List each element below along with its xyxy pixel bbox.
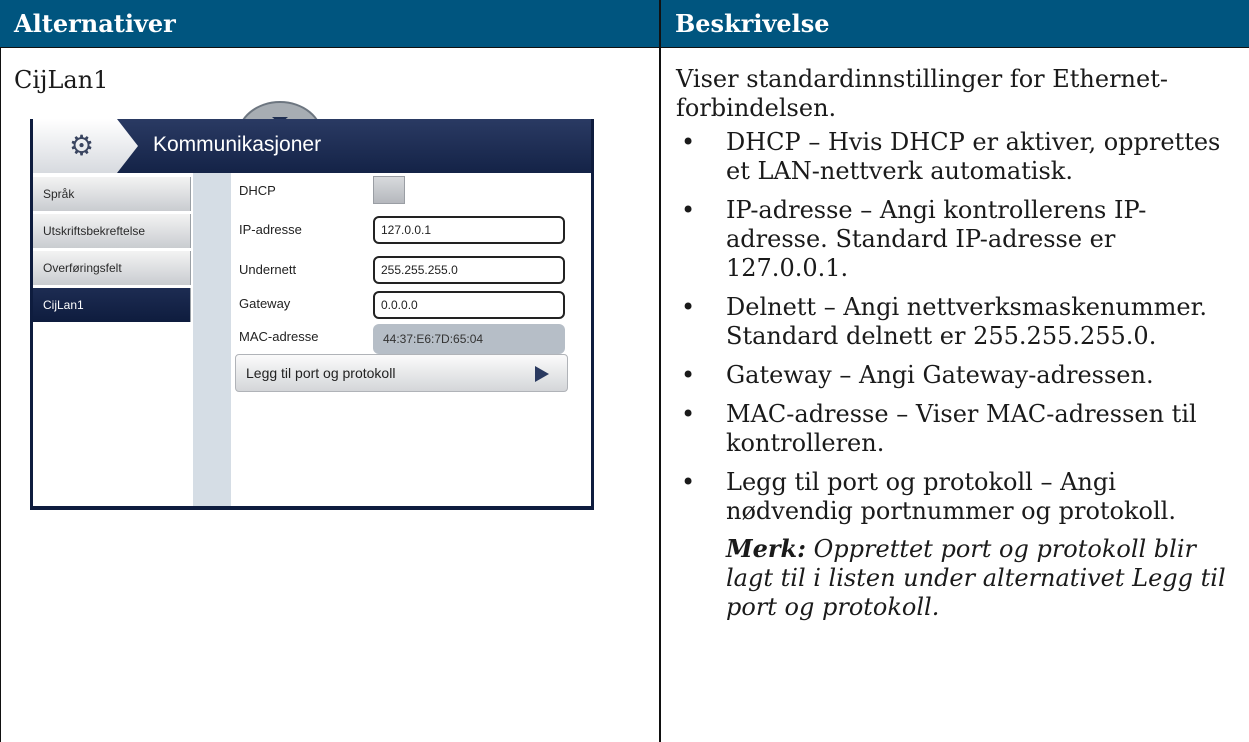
bullet-icon: •: [681, 196, 696, 224]
option-name: CijLan1: [14, 66, 109, 94]
dhcp-label: DHCP: [239, 183, 276, 198]
list-item-text: DHCP – Hvis DHCP er aktiver, opprettes e…: [726, 128, 1221, 185]
sidebar-item-cijlan1: CijLan1: [33, 288, 191, 322]
subnet-field: 255.255.255.0: [373, 256, 565, 284]
document-page: Alternativer Beskrivelse CijLan1 ⚙ Kommu…: [0, 0, 1249, 742]
settings-button: ⚙: [33, 119, 138, 173]
sidebar-item-print-confirmation: Utskriftsbekreftelse: [33, 214, 191, 248]
ip-address-field: 127.0.0.1: [373, 216, 565, 244]
ip-address-label: IP-adresse: [239, 222, 302, 237]
list-item-text: Gateway – Angi Gateway-adressen.: [726, 361, 1154, 389]
gear-icon: ⚙: [69, 129, 95, 162]
add-port-protocol-label: Legg til port og protokoll: [246, 365, 396, 381]
header-divider: [0, 47, 1249, 48]
screen-content: Språk Utskriftsbekreftelse Overføringsfe…: [33, 173, 591, 506]
list-item: • Delnett – Angi nettverksmaskenummer. St…: [676, 293, 1236, 351]
description-cell: Viser standardinnstillinger for Ethernet…: [676, 65, 1236, 622]
list-item-text: IP-adresse – Angi kontrollerens IP-adres…: [726, 196, 1147, 282]
settings-sidebar: Språk Utskriftsbekreftelse Overføringsfe…: [33, 177, 191, 506]
screen-titlebar: ⚙ Kommunikasjoner: [33, 119, 591, 173]
gateway-label: Gateway: [239, 296, 291, 311]
column-header-options: Alternativer: [0, 0, 659, 47]
bullet-icon: •: [681, 468, 696, 496]
list-item: • MAC-adresse – Viser MAC-adressen til ko…: [676, 400, 1236, 458]
bullet-icon: •: [681, 293, 696, 321]
sidebar-item-language: Språk: [33, 177, 191, 211]
subnet-label: Undernett: [239, 262, 297, 277]
note: Merk: Opprettet port og protokoll blir l…: [726, 534, 1236, 622]
bullet-icon: •: [681, 361, 696, 389]
mac-address-value: 44:37:E6:7D:65:04: [373, 324, 565, 354]
description-intro: Viser standardinnstillinger for Ethernet…: [676, 65, 1168, 122]
mac-address-label: MAC-adresse: [239, 329, 319, 344]
play-icon: [535, 366, 549, 382]
left-border: [0, 47, 1, 742]
list-item: • DHCP – Hvis DHCP er aktiver, opprettes …: [676, 128, 1236, 186]
list-item-text: MAC-adresse – Viser MAC-adressen til kon…: [726, 400, 1197, 457]
column-divider: [659, 0, 661, 742]
network-form: DHCP IP-adresse 127.0.0.1 Undernett 255.…: [231, 173, 591, 506]
list-item-text: Legg til port og protokoll – Angi nødven…: [726, 468, 1176, 525]
ui-screenshot: ⚙ Kommunikasjoner Språk Utskriftsbekreft…: [30, 101, 594, 510]
note-label: Merk:: [726, 534, 806, 563]
bullet-icon: •: [681, 128, 696, 156]
dhcp-checkbox: [373, 176, 405, 204]
list-item: • Gateway – Angi Gateway-adressen.: [676, 361, 1236, 390]
list-item-text: Delnett – Angi nettverksmaskenummer. Sta…: [726, 293, 1208, 350]
screen-title: Kommunikasjoner: [153, 133, 322, 156]
add-port-protocol-button: Legg til port og protokoll: [235, 354, 568, 392]
sidebar-item-transfer-field: Overføringsfelt: [33, 251, 191, 285]
column-header-description: Beskrivelse: [661, 0, 1249, 47]
gateway-field: 0.0.0.0: [373, 291, 565, 319]
scroll-strip: [193, 173, 231, 506]
bullet-icon: •: [681, 400, 696, 428]
list-item: • IP-adresse – Angi kontrollerens IP-adre…: [676, 196, 1236, 283]
description-list: • DHCP – Hvis DHCP er aktiver, opprettes …: [676, 128, 1236, 526]
list-item: • Legg til port og protokoll – Angi nødve…: [676, 468, 1236, 526]
